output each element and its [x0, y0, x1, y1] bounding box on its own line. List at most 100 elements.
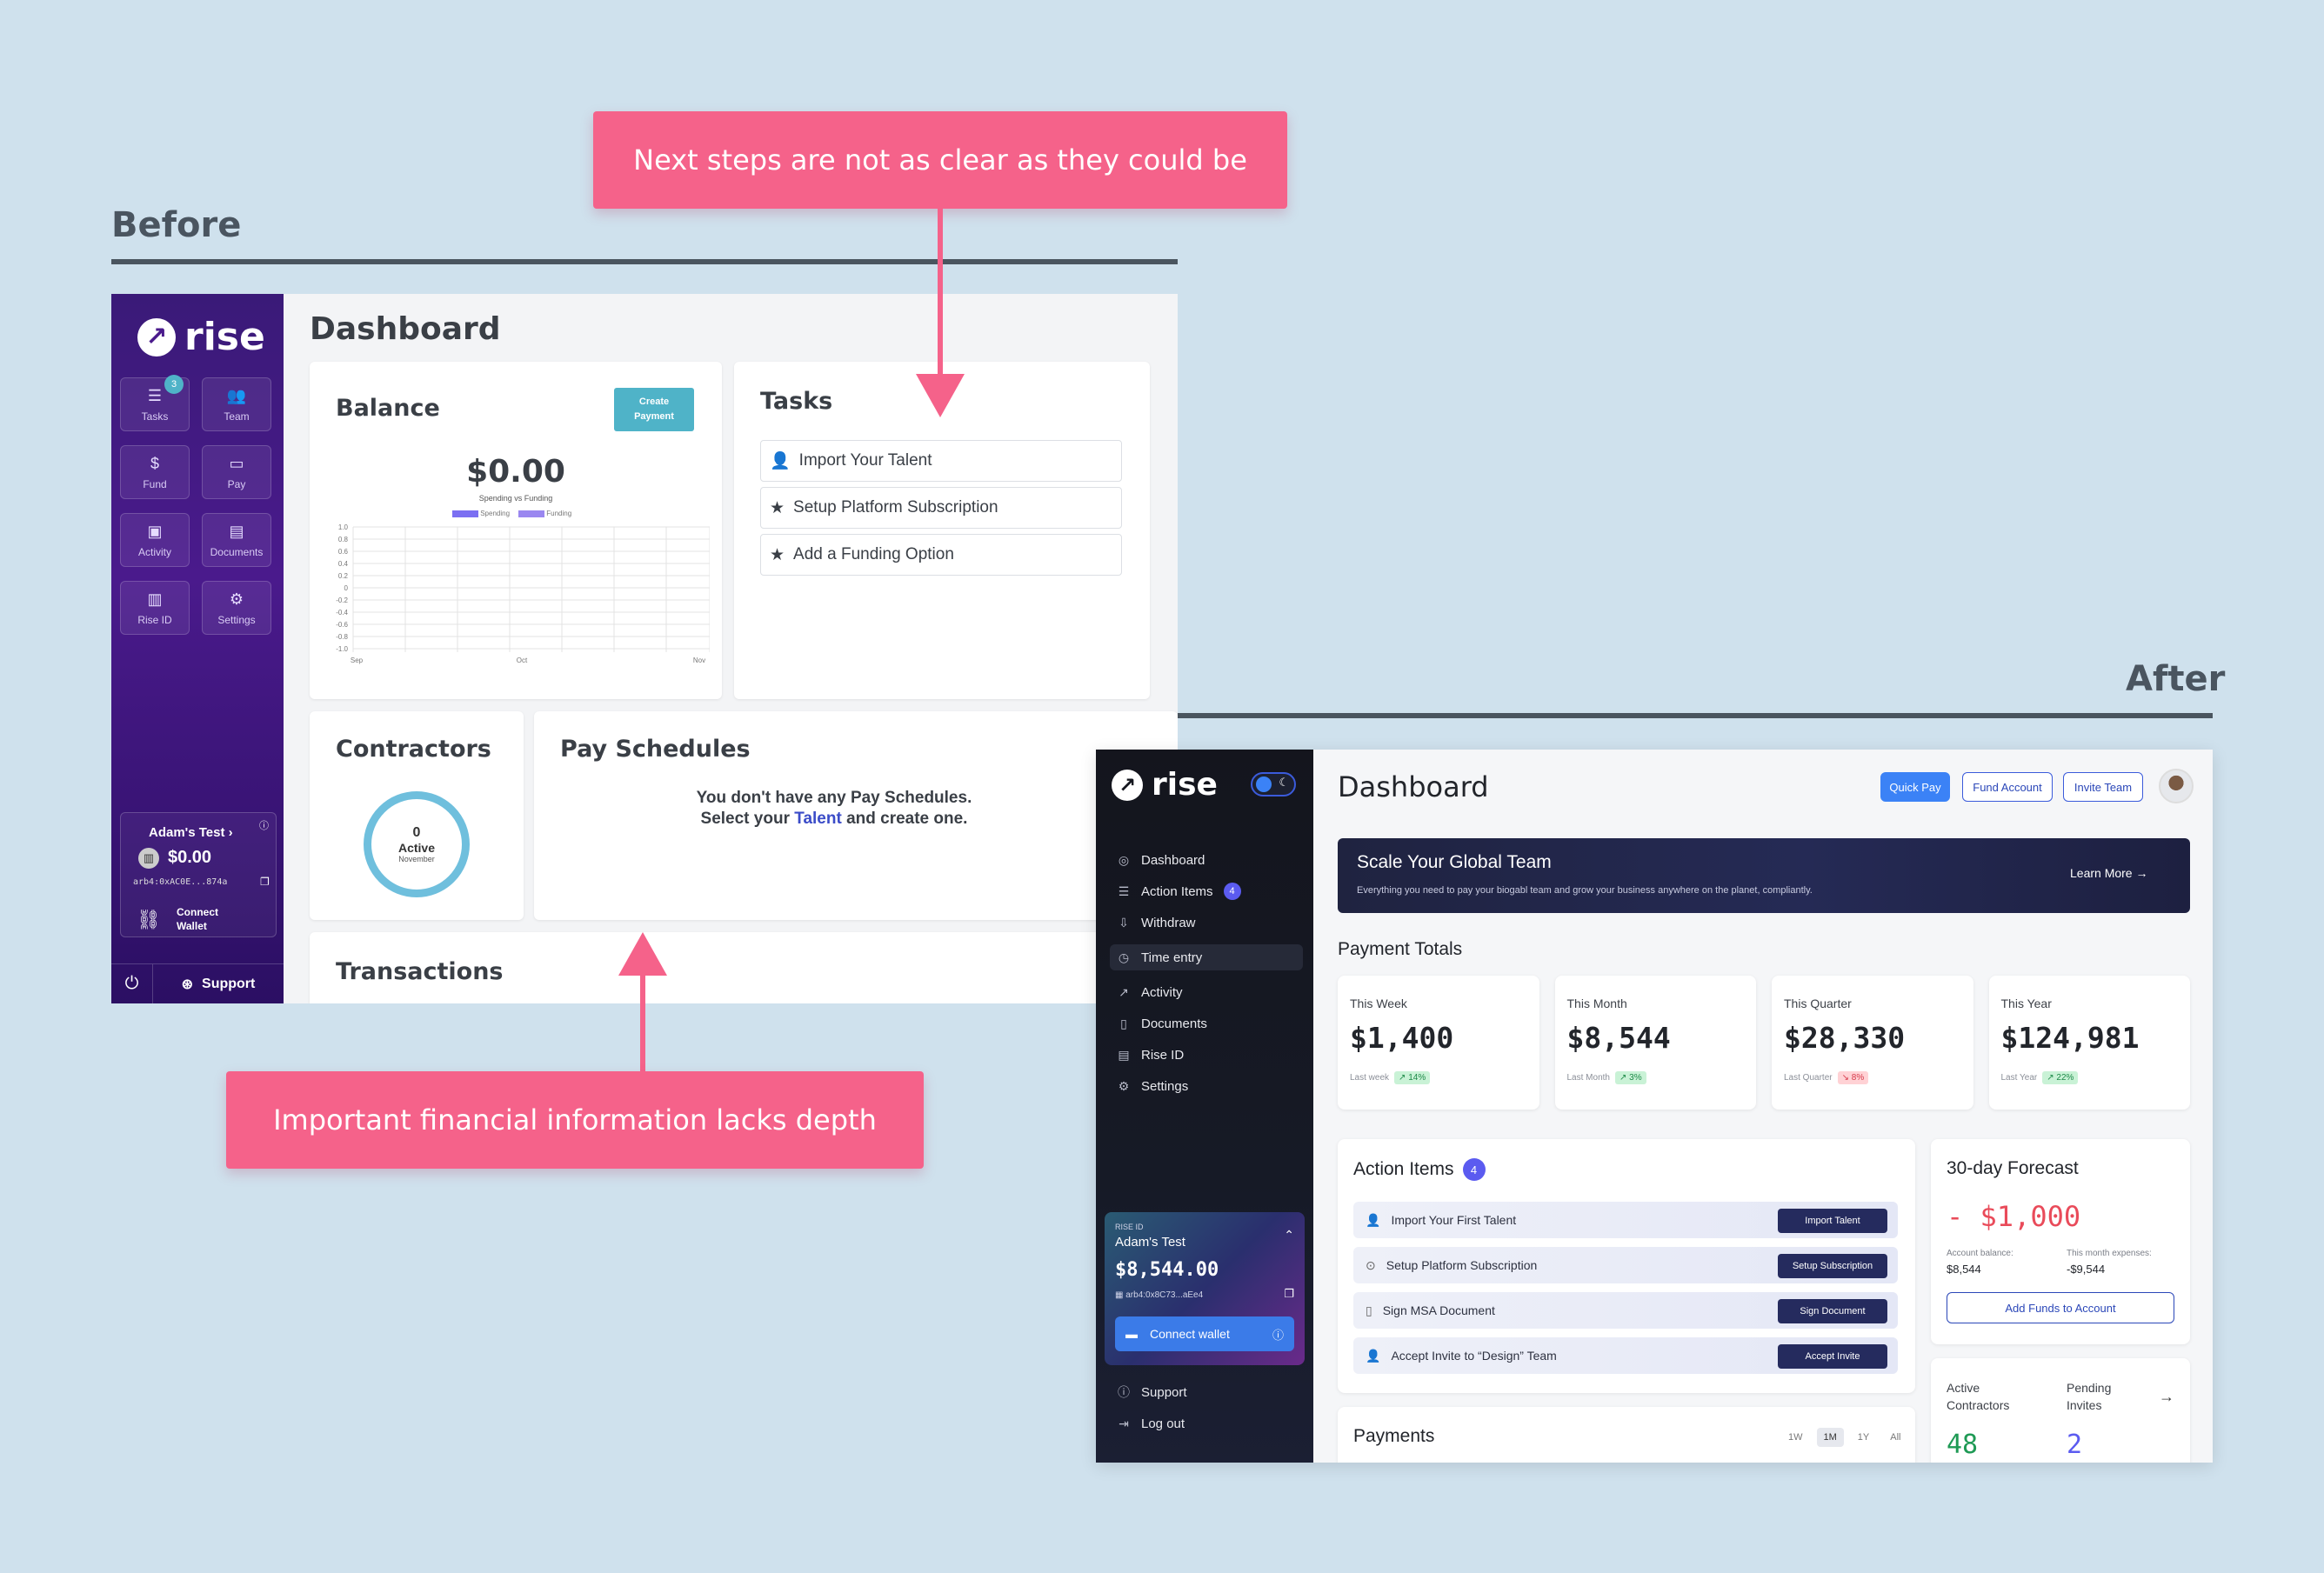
invite-team-button[interactable]: Invite Team: [2063, 772, 2143, 802]
contractors-title: Contractors: [336, 736, 491, 763]
document-icon: ▯: [1120, 1016, 1127, 1030]
accept-invite-button[interactable]: Accept Invite: [1778, 1344, 1887, 1369]
nav-rise-id[interactable]: ▤ Rise ID: [1110, 1042, 1303, 1068]
nav-fund[interactable]: $ Fund: [120, 445, 190, 499]
tasks-title: Tasks: [760, 388, 833, 415]
wallet-name: Adam's Test: [1115, 1235, 1185, 1250]
moon-icon: ☾: [1279, 776, 1289, 789]
import-talent-button[interactable]: Import Talent: [1778, 1209, 1887, 1233]
stat-this-year: This Year $124,981 Last Year ↗ 22%: [1988, 976, 2190, 1110]
nav-tasks[interactable]: ☰ Tasks 3: [120, 375, 190, 431]
toggle-knob: [1256, 777, 1272, 792]
arrow-right-icon[interactable]: →: [2159, 1388, 2174, 1406]
transactions-title: Transactions: [336, 958, 504, 985]
settings-icon: ⚙: [1118, 1078, 1130, 1093]
forecast-balance-label: Account balance:: [1947, 1249, 2013, 1258]
pending-invites-label: Pending Invites: [2067, 1381, 2112, 1412]
nav-dashboard[interactable]: ◎ Dashboard: [1110, 847, 1303, 873]
talent-link[interactable]: Talent: [794, 810, 842, 828]
nav-documents[interactable]: ▤ Documents: [202, 513, 271, 567]
range-1m[interactable]: 1M: [1816, 1428, 1844, 1447]
contractors-ring: 0 Active November: [364, 791, 470, 897]
wallet-card[interactable]: RISE ID Adam's Test ⌃ $8,544.00 ▦ arb4:0…: [1105, 1212, 1305, 1365]
info-icon: ⓘ: [259, 821, 269, 831]
contractors-card: Contractors 0 Active November: [310, 711, 524, 920]
nav-settings[interactable]: ⚙ Settings: [1110, 1073, 1303, 1099]
add-user-icon: 👤: [1366, 1212, 1381, 1227]
qr-icon: ▦: [1115, 1290, 1124, 1300]
range-1w[interactable]: 1W: [1781, 1428, 1810, 1447]
before-sidebar: ↗ rise ☰ Tasks 3 👥 Team $ Fund ▭ Pay ▣ Activity…: [111, 294, 284, 1003]
support-button[interactable]: ⊛ Support: [153, 963, 284, 1003]
nav-pay[interactable]: ▭ Pay: [202, 445, 271, 499]
nav-team[interactable]: 👥 Team: [202, 377, 271, 431]
payment-totals-row: This Week $1,400 Last week ↗ 14% This Mon…: [1338, 976, 2190, 1110]
copy-icon[interactable]: ❐: [1284, 1287, 1294, 1301]
nav-support[interactable]: ⓘ Support: [1110, 1379, 1303, 1405]
svg-text:0.4: 0.4: [338, 560, 349, 568]
wallet-icon: ▬: [1125, 1327, 1138, 1341]
nav-action-items[interactable]: ☰ Action Items 4: [1110, 878, 1303, 904]
trend-down-badge: ↘ 8%: [1837, 1071, 1869, 1084]
copy-icon[interactable]: ❐: [260, 876, 270, 888]
withdraw-icon: ⇩: [1119, 915, 1129, 930]
wallet-address: ▦ arb4:0x8C73...aEe4: [1115, 1290, 1204, 1300]
user-avatar[interactable]: [2159, 769, 2194, 803]
help-icon: ⓘ: [1118, 1385, 1130, 1399]
id-icon: ▤: [1118, 1047, 1130, 1062]
connect-wallet-button[interactable]: ▬ Connect wallet ⓘ: [1115, 1316, 1294, 1351]
trend-up-badge: ↗ 14%: [1394, 1071, 1431, 1084]
quick-pay-button[interactable]: Quick Pay: [1880, 772, 1950, 802]
forecast-expenses: -$9,544: [2067, 1263, 2106, 1276]
trend-up-badge: ↗ 3%: [1614, 1071, 1646, 1084]
task-add-funding[interactable]: ★ Add a Funding Option: [760, 534, 1122, 576]
legend-spending: Spending: [452, 510, 510, 517]
nav-time-entry[interactable]: ◷ Time entry: [1110, 944, 1303, 970]
after-sidebar: ↗ rise ☾ ◎ Dashboard ☰ Action Items 4 ⇩ Withd…: [1096, 750, 1313, 1463]
nav-activity[interactable]: ↗ Activity: [1110, 979, 1303, 1005]
forecast-expenses-label: This month expenses:: [2067, 1249, 2152, 1258]
wallet-chevron-icon[interactable]: ⌃: [1284, 1228, 1294, 1243]
action-items-count: 4: [1462, 1158, 1486, 1181]
action-items-badge: 4: [1223, 883, 1241, 900]
tasks-icon: ☰: [147, 386, 163, 404]
range-all[interactable]: All: [1883, 1428, 1907, 1447]
svg-text:0.6: 0.6: [338, 548, 349, 556]
nav-log-out[interactable]: ⇥ Log out: [1110, 1410, 1303, 1436]
power-button[interactable]: ⏻: [111, 963, 153, 1003]
documents-icon: ▤: [229, 522, 244, 540]
nav-rise-id[interactable]: ▥ Rise ID: [120, 581, 190, 635]
nav-withdraw[interactable]: ⇩ Withdraw: [1110, 910, 1303, 936]
range-1y[interactable]: 1Y: [1851, 1428, 1876, 1447]
setup-subscription-button[interactable]: Setup Subscription: [1778, 1254, 1887, 1278]
sign-document-button[interactable]: Sign Document: [1778, 1299, 1887, 1323]
list-icon: ☰: [1118, 883, 1130, 898]
contractors-summary-card[interactable]: Active Contractors 48 Pending Invites 2 …: [1931, 1358, 2190, 1463]
payment-totals-title: Payment Totals: [1338, 939, 1463, 959]
task-import-talent[interactable]: 👤 Import Your Talent: [760, 440, 1122, 482]
add-funds-button[interactable]: Add Funds to Account: [1947, 1292, 2174, 1323]
svg-text:-0.8: -0.8: [336, 633, 348, 641]
action-items-card: Action Items 4 👤 Import Your First Talent I…: [1338, 1139, 1915, 1393]
nav-settings[interactable]: ⚙ Settings: [202, 581, 271, 635]
task-setup-subscription[interactable]: ★ Setup Platform Subscription: [760, 487, 1122, 529]
nav-documents[interactable]: ▯ Documents: [1110, 1010, 1303, 1036]
fund-account-button[interactable]: Fund Account: [1962, 772, 2053, 802]
active-contractors-label: Active Contractors: [1947, 1381, 2010, 1412]
spending-funding-chart: 1.0 0.8 0.6 0.4 0.2 0 -0.2 -0.4 -0.6 -0.8 -1.0 Sep…: [336, 523, 710, 664]
arrow-right-icon: →: [2135, 866, 2148, 880]
connect-wallet-button[interactable]: Connect Wallet: [177, 905, 237, 933]
before-label: Before: [111, 205, 242, 245]
theme-toggle[interactable]: ☾: [1251, 772, 1296, 796]
nav-activity[interactable]: ▣ Activity: [120, 513, 190, 567]
create-payment-button[interactable]: Create Payment: [614, 388, 694, 431]
dashboard-icon: ◎: [1118, 852, 1130, 867]
pay-schedules-card: Pay Schedules You don't have any Pay Sch…: [534, 711, 1178, 920]
account-card[interactable]: Adam's Test › ⓘ ▥ $0.00 arb4:0xAC0E...87…: [120, 812, 277, 937]
rise-logo: ↗ rise: [1112, 767, 1218, 803]
learn-more-link[interactable]: Learn More →: [2070, 866, 2147, 880]
banner-text: Everything you need to pay your biogabl …: [1357, 885, 1813, 896]
payments-title: Payments: [1353, 1426, 1435, 1446]
chart-legend: Spending Funding: [452, 510, 571, 517]
scale-team-banner[interactable]: Scale Your Global Team Everything you ne…: [1338, 838, 2190, 913]
